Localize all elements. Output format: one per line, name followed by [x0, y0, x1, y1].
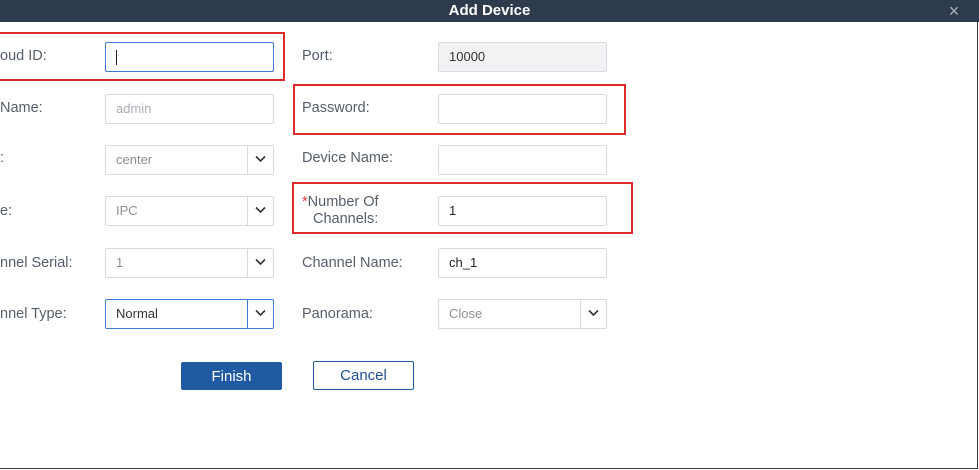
- panorama-label: Panorama:: [302, 306, 373, 322]
- chevron-down-icon[interactable]: [247, 300, 273, 328]
- highlight-box-cloud-id: [0, 32, 285, 81]
- port-label: Port:: [302, 48, 333, 64]
- channel-serial-value: 1: [116, 255, 124, 270]
- dialog-titlebar: Add Device ×: [0, 0, 979, 22]
- cancel-button[interactable]: Cancel: [313, 361, 414, 390]
- channel-type-value: Normal: [116, 306, 158, 321]
- user-name-placeholder: admin: [116, 101, 152, 116]
- device-name-input[interactable]: [438, 145, 607, 175]
- device-type-value: IPC: [116, 203, 138, 218]
- channel-name-input[interactable]: ch_1: [438, 248, 607, 278]
- highlight-box-password: [293, 84, 626, 135]
- highlight-box-channels: [292, 182, 633, 234]
- channel-serial-label: nnel Serial:: [0, 255, 73, 271]
- group-label: :: [0, 150, 5, 166]
- chevron-down-icon[interactable]: [247, 249, 273, 277]
- finish-button[interactable]: Finish: [181, 362, 282, 390]
- user-name-input[interactable]: admin: [105, 94, 274, 124]
- port-input: 10000: [438, 42, 607, 72]
- device-type-select[interactable]: IPC: [105, 196, 274, 226]
- group-value: center: [116, 152, 153, 167]
- panorama-select[interactable]: Close: [438, 299, 607, 329]
- channel-serial-select[interactable]: 1: [105, 248, 274, 278]
- group-select[interactable]: center: [105, 145, 274, 175]
- chevron-down-icon[interactable]: [580, 300, 606, 328]
- channel-type-select[interactable]: Normal: [105, 299, 274, 329]
- chevron-down-icon[interactable]: [247, 146, 273, 174]
- channel-type-label: nnel Type:: [0, 306, 67, 322]
- close-icon[interactable]: ×: [943, 0, 965, 22]
- device-name-label: Device Name:: [302, 150, 394, 166]
- device-type-label: e:: [0, 203, 13, 219]
- dialog-title: Add Device: [448, 2, 531, 19]
- panorama-value: Close: [449, 306, 483, 321]
- channel-name-label: Channel Name:: [302, 255, 403, 271]
- chevron-down-icon[interactable]: [247, 197, 273, 225]
- user-name-label: Name:: [0, 100, 43, 116]
